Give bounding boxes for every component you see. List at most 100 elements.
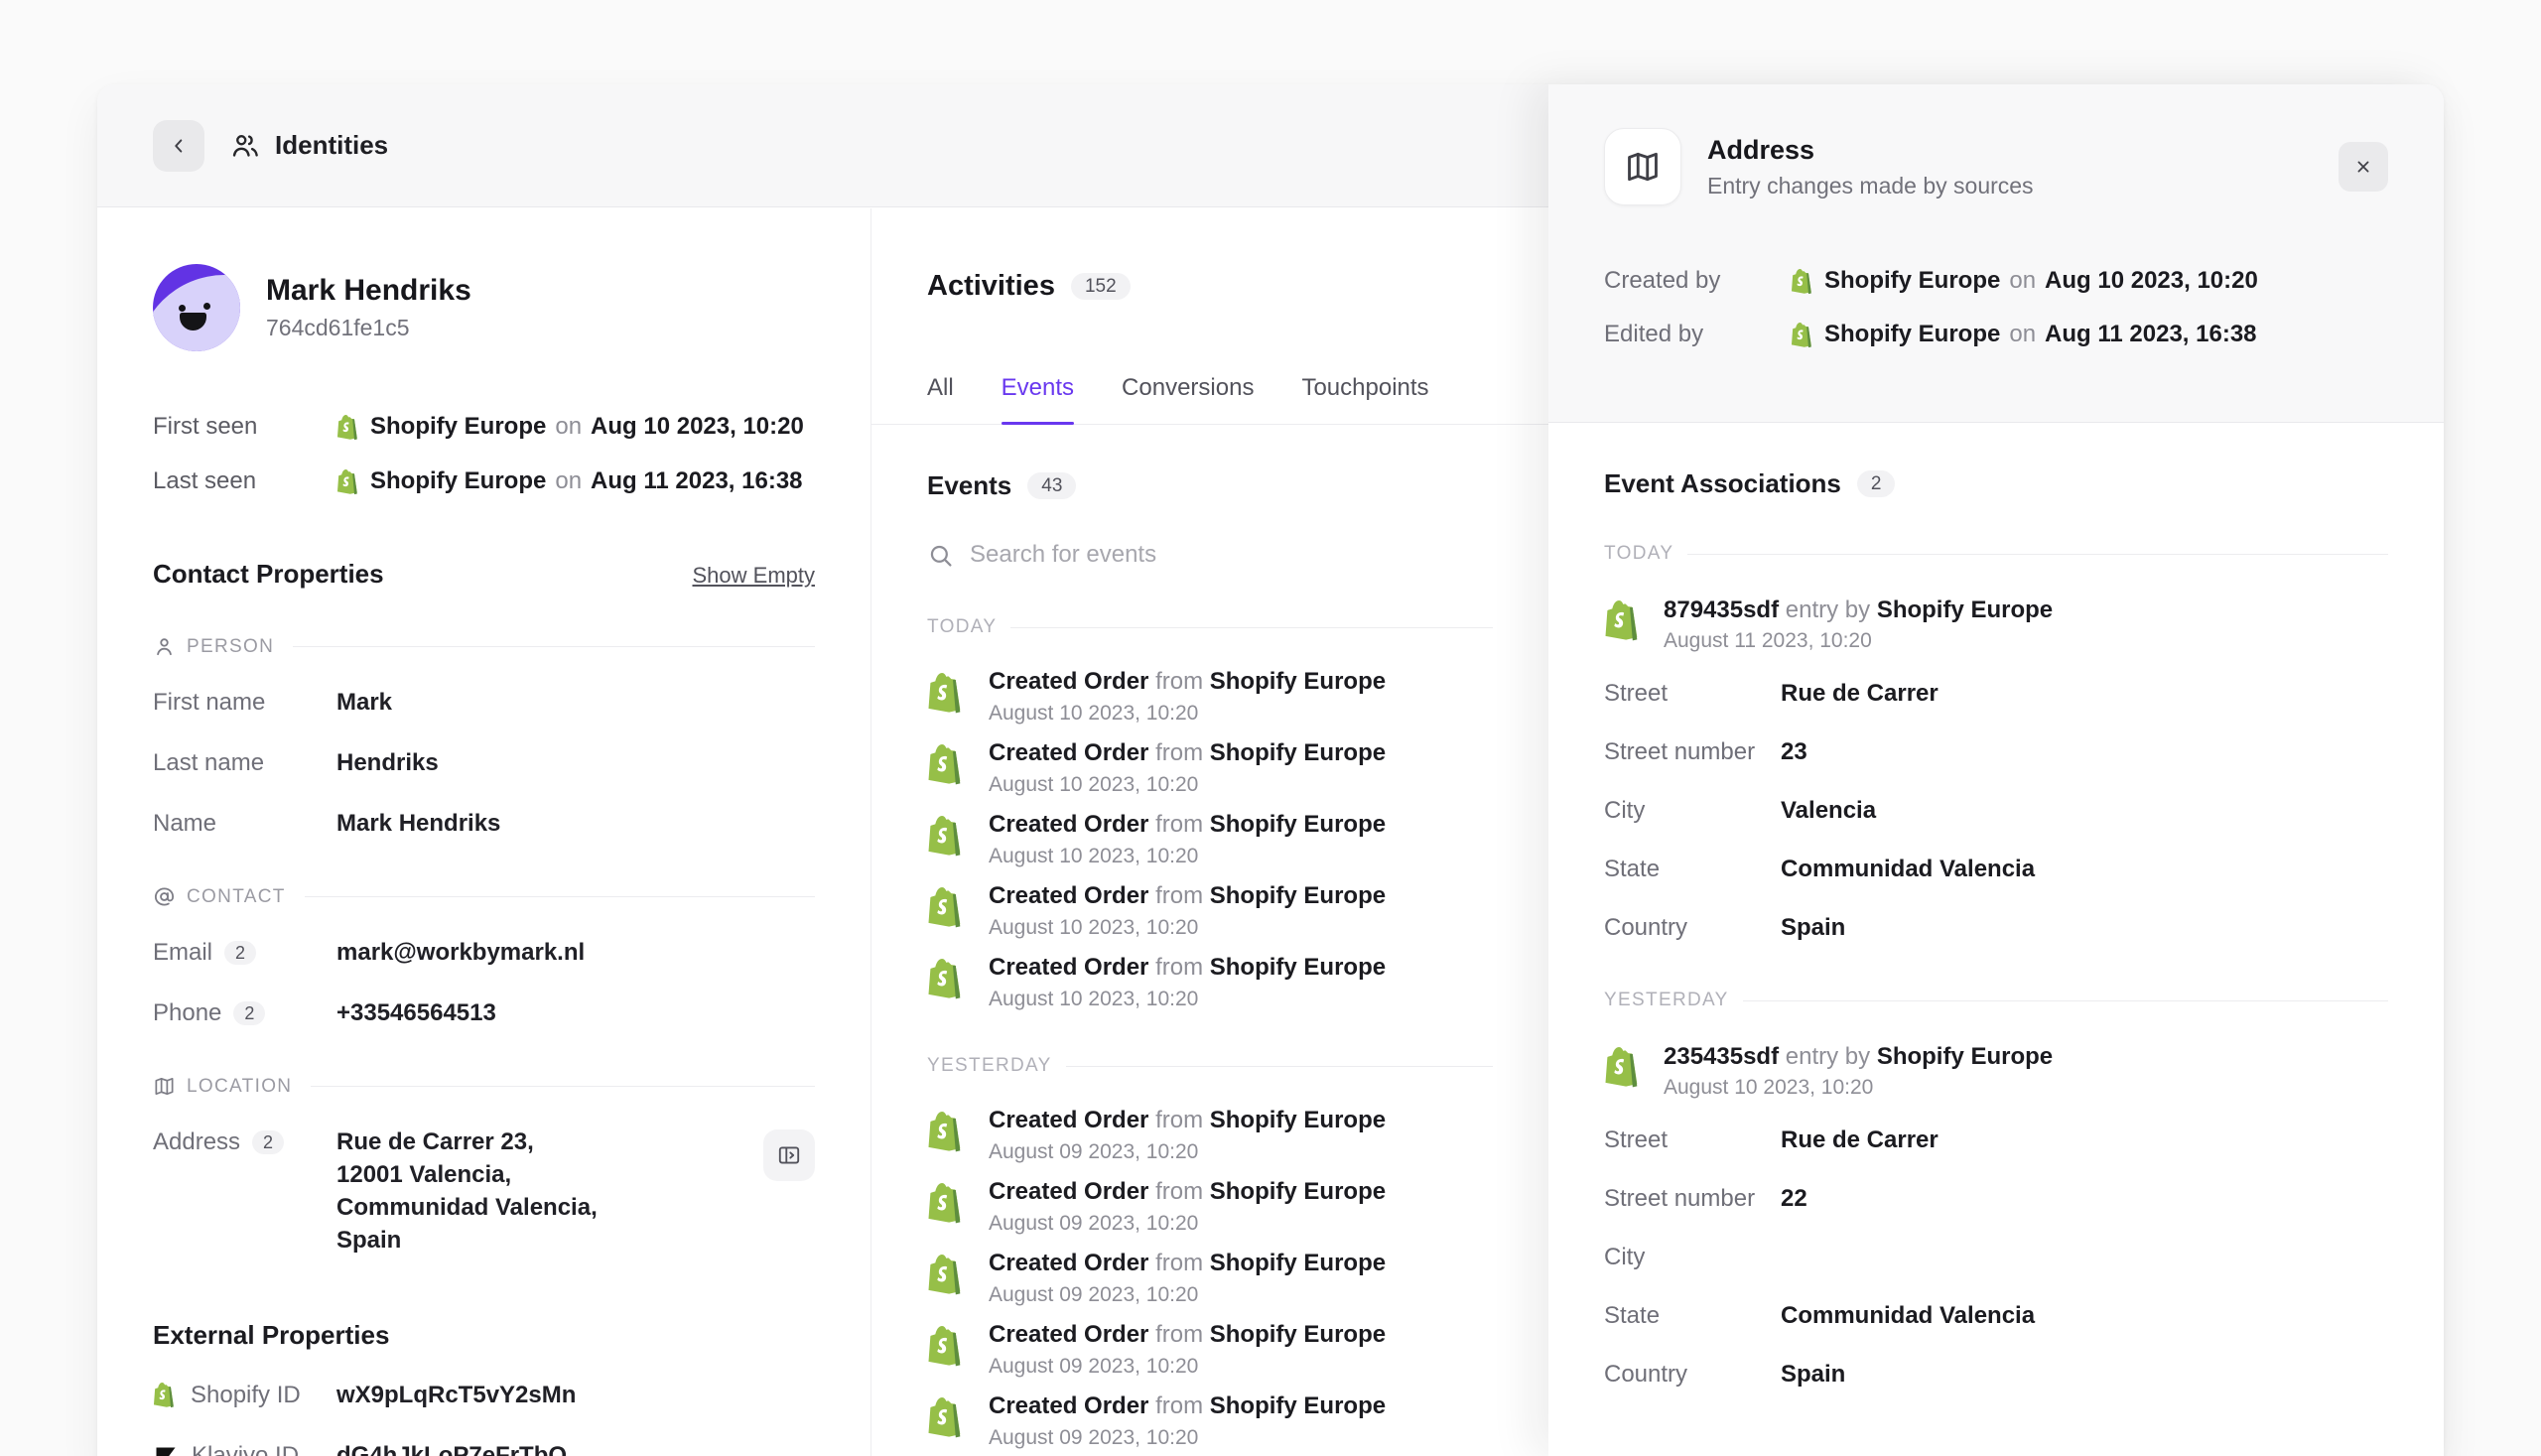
panel-subtitle: Entry changes made by sources	[1707, 173, 2034, 199]
association-field-row: Country Spain	[1604, 1361, 2388, 1392]
shopify-icon	[927, 671, 967, 715]
entry-date: August 11 2023, 10:20	[1664, 629, 2053, 653]
first-seen-date: Aug 10 2023, 10:20	[591, 413, 804, 441]
entry-source: Shopify Europe	[1877, 596, 2053, 623]
address-value: Rue de Carrer 23, 12001 Valencia, Commun…	[336, 1125, 598, 1257]
event-date: August 10 2023, 10:20	[989, 916, 1386, 940]
tab-touchpoints[interactable]: Touchpoints	[1301, 374, 1428, 424]
event-date: August 10 2023, 10:20	[989, 702, 1386, 726]
event-date: August 10 2023, 10:20	[989, 988, 1386, 1011]
event-source: Shopify Europe	[1210, 1321, 1386, 1348]
shopify-icon	[1604, 598, 1644, 642]
shopify-icon	[336, 414, 361, 441]
created-by-row: Created by Shopify Europe on Aug 10 2023…	[1604, 267, 2388, 295]
open-address-panel-button[interactable]	[763, 1129, 815, 1181]
shopify-icon	[927, 1181, 967, 1225]
field-label: Street number	[1604, 1185, 1781, 1213]
external-property-value: dG4hJkLoP7eFrTbQ	[336, 1439, 567, 1456]
page-title: Identities	[275, 130, 388, 161]
property-row: Last name Hendriks	[153, 746, 815, 779]
address-property-row: Address 2 Rue de Carrer 23, 12001 Valenc…	[153, 1125, 815, 1257]
association-field-row: Street number 22	[1604, 1185, 2388, 1217]
event-associations-title: Event Associations	[1604, 468, 1841, 499]
tab-conversions[interactable]: Conversions	[1122, 374, 1254, 424]
tab-all[interactable]: All	[927, 374, 954, 424]
field-label: Street number	[1604, 738, 1781, 766]
field-label: State	[1604, 1302, 1781, 1330]
event-title: Created Order	[989, 1321, 1148, 1348]
property-row: Name Mark Hendriks	[153, 807, 815, 840]
first-seen-row: First seen Shopify Europe on Aug 10 2023…	[153, 413, 815, 441]
property-value: Mark Hendriks	[336, 807, 500, 840]
event-source: Shopify Europe	[1210, 1107, 1386, 1133]
event-date: August 09 2023, 10:20	[989, 1426, 1386, 1450]
property-row: Email 2 mark@workbymark.nl	[153, 936, 815, 969]
event-list-item[interactable]: Created Order from Shopify Europe August…	[927, 1178, 1493, 1236]
field-label: City	[1604, 1244, 1781, 1271]
users-icon	[230, 131, 260, 161]
first-seen-label: First seen	[153, 413, 336, 441]
event-source: Shopify Europe	[1210, 1392, 1386, 1419]
event-list-item[interactable]: Created Order from Shopify Europe August…	[927, 1107, 1493, 1164]
field-value: Communidad Valencia	[1781, 856, 2035, 883]
field-label: State	[1604, 856, 1781, 883]
first-seen-source: Shopify Europe	[370, 413, 546, 441]
time-group-label: TODAY	[927, 616, 1493, 638]
property-row: First name Mark	[153, 686, 815, 719]
event-source: Shopify Europe	[1210, 1250, 1386, 1276]
edited-by-source: Shopify Europe	[1824, 321, 2000, 348]
at-icon	[153, 885, 176, 908]
event-list-item[interactable]: Created Order from Shopify Europe August…	[927, 668, 1493, 726]
search-input[interactable]	[970, 537, 1493, 573]
count-badge: 2	[233, 1001, 265, 1025]
event-title: Created Order	[989, 1178, 1148, 1205]
profile-column: Mark Hendriks 764cd61fe1c5 First seen Sh…	[97, 208, 871, 1456]
event-list-item[interactable]: Created Order from Shopify Europe August…	[927, 1321, 1493, 1379]
address-panel-header: Address Entry changes made by sources Cr…	[1548, 84, 2444, 423]
created-by-label: Created by	[1604, 267, 1791, 295]
external-property-value: wX9pLqRcT5vY2sMn	[336, 1379, 576, 1411]
back-button[interactable]	[153, 120, 204, 172]
event-list-item[interactable]: Created Order from Shopify Europe August…	[927, 882, 1493, 940]
event-title: Created Order	[989, 739, 1148, 766]
field-label: Street	[1604, 1126, 1781, 1154]
field-value: Rue de Carrer	[1781, 680, 1939, 708]
event-source: Shopify Europe	[1210, 811, 1386, 838]
entry-id: 235435sdf	[1664, 1043, 1779, 1070]
event-list-item[interactable]: Created Order from Shopify Europe August…	[927, 739, 1493, 797]
search-icon	[927, 542, 954, 569]
event-list-item[interactable]: Created Order from Shopify Europe August…	[927, 1392, 1493, 1450]
close-panel-button[interactable]	[2339, 142, 2388, 192]
events-title: Events	[927, 470, 1011, 501]
field-value: 23	[1781, 738, 1807, 766]
association-entry: 879435sdf entry by Shopify Europe August…	[1604, 596, 2388, 653]
field-label: City	[1604, 797, 1781, 825]
property-value: mark@workbymark.nl	[336, 936, 585, 969]
shopify-icon	[927, 885, 967, 929]
event-list-item[interactable]: Created Order from Shopify Europe August…	[927, 811, 1493, 868]
association-field-row: State Communidad Valencia	[1604, 856, 2388, 887]
shopify-icon	[927, 957, 967, 1000]
identity-header: Mark Hendriks 764cd61fe1c5	[153, 264, 815, 351]
event-date: August 10 2023, 10:20	[989, 773, 1386, 797]
field-label: Country	[1604, 914, 1781, 942]
address-panel: Address Entry changes made by sources Cr…	[1548, 84, 2444, 1456]
klaviyo-icon	[153, 1444, 179, 1456]
edited-by-date: Aug 11 2023, 16:38	[2045, 321, 2256, 348]
event-list-item[interactable]: Created Order from Shopify Europe August…	[927, 954, 1493, 1011]
property-label: Address	[153, 1125, 240, 1158]
shopify-icon	[927, 1253, 967, 1296]
activities-title: Activities	[927, 270, 1055, 303]
property-label: Phone	[153, 996, 221, 1029]
shopify-icon	[927, 1324, 967, 1368]
association-field-row: State Communidad Valencia	[1604, 1302, 2388, 1334]
association-field-row: Country Spain	[1604, 914, 2388, 946]
event-title: Created Order	[989, 1107, 1148, 1133]
event-list-item[interactable]: Created Order from Shopify Europe August…	[927, 1250, 1493, 1307]
event-date: August 09 2023, 10:20	[989, 1355, 1386, 1379]
show-empty-link[interactable]: Show Empty	[693, 563, 816, 589]
entry-date: August 10 2023, 10:20	[1664, 1076, 2053, 1100]
event-title: Created Order	[989, 668, 1148, 695]
property-value: +33546564513	[336, 996, 496, 1029]
tab-events[interactable]: Events	[1002, 374, 1074, 424]
